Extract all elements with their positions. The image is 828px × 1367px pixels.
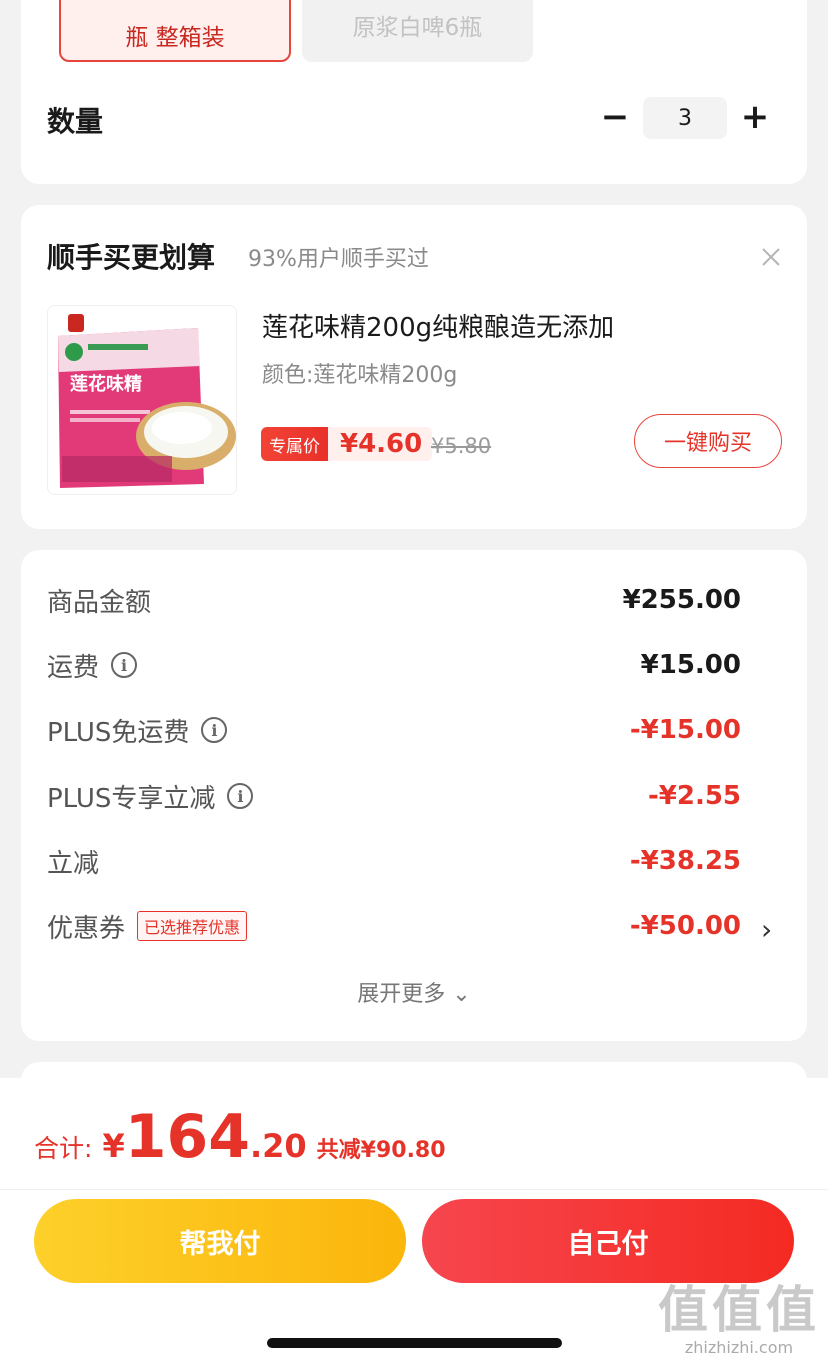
total-currency: ¥ <box>102 1127 125 1165</box>
close-icon[interactable] <box>759 245 783 269</box>
divider <box>0 1189 828 1190</box>
addon-title: 顺手买更划算 <box>47 241 216 274</box>
exclusive-price-tag: 专属价 ¥4.60 <box>261 427 433 461</box>
quantity-label: 数量 <box>47 105 104 138</box>
info-icon[interactable]: i <box>201 717 228 743</box>
product-image[interactable]: 莲花味精 <box>47 305 237 495</box>
product-name[interactable]: 莲花味精200g纯粮酿造无添加 <box>262 307 614 344</box>
spec-option-selected-label: 瓶 整箱装 <box>125 25 225 51</box>
row-label: 立减 <box>47 848 100 879</box>
help-pay-button[interactable]: 帮我付 <box>34 1199 406 1283</box>
spec-option-disabled: 原浆白啤6瓶 <box>302 0 533 62</box>
row-label: 优惠券 <box>47 913 126 944</box>
row-amount: -¥50.00 <box>629 911 741 941</box>
row-coupon[interactable]: 优惠券 已选推荐优惠 -¥50.00 <box>47 906 741 946</box>
watermark-logo: 值值值 <box>658 1281 820 1339</box>
total-label: 合计: <box>34 1134 93 1163</box>
row-goods-amount: 商品金额 ¥255.00 <box>47 580 741 620</box>
package-brand-text: 莲花味精 <box>70 373 142 394</box>
coupon-badge: 已选推荐优惠 <box>137 911 248 941</box>
info-icon[interactable]: i <box>111 652 138 678</box>
row-shipping: 运费 i ¥15.00 <box>47 645 741 685</box>
row-amount: -¥15.00 <box>629 715 741 745</box>
one-click-buy-button[interactable]: 一键购买 <box>634 414 782 468</box>
row-amount: ¥15.00 <box>640 650 741 680</box>
info-icon[interactable]: i <box>227 783 254 809</box>
spec-option-selected[interactable]: 瓶 整箱装 <box>59 0 291 62</box>
quantity-value[interactable]: 3 <box>643 97 727 139</box>
addon-subtitle: 93%用户顺手买过 <box>248 247 429 272</box>
row-instant-discount: 立减 -¥38.25 <box>47 841 741 881</box>
row-amount: -¥2.55 <box>647 781 741 811</box>
home-indicator <box>267 1338 562 1348</box>
quantity-increase-button[interactable]: + <box>737 97 773 137</box>
total-savings: 共减¥90.80 <box>316 1138 446 1163</box>
row-label: 商品金额 <box>47 587 152 618</box>
row-amount: ¥255.00 <box>622 585 741 615</box>
spec-quantity-card: 瓶 整箱装 原浆白啤6瓶 数量 − 3 + <box>21 0 807 184</box>
exclusive-price-label: 专属价 <box>261 427 328 461</box>
row-plus-free-shipping: PLUS免运费 i -¥15.00 <box>47 710 741 750</box>
addon-card: 顺手买更划算 93%用户顺手买过 莲花味精 莲花味精200g纯粮酿造无添加 颜色… <box>21 205 807 529</box>
watermark: 值值值 zhizhizhi.com <box>658 1270 820 1357</box>
original-price: ¥5.80 <box>431 434 492 458</box>
product-spec: 颜色:莲花味精200g <box>262 363 458 388</box>
row-plus-discount: PLUS专享立减 i -¥2.55 <box>47 776 741 816</box>
row-amount: -¥38.25 <box>629 846 741 876</box>
row-label: PLUS免运费 <box>47 717 190 748</box>
quantity-decrease-button[interactable]: − <box>597 97 633 137</box>
row-label: 运费 <box>47 652 100 683</box>
total-integer: 164 <box>124 1102 250 1172</box>
bottom-action-bar: 合计: ¥ 164 .20 共减¥90.80 帮我付 自己付 值值值 zhizh… <box>0 1078 828 1367</box>
expand-more-button[interactable]: 展开更多 ⌄ <box>21 976 807 1008</box>
exclusive-price-value: ¥4.60 <box>340 429 423 459</box>
total-decimal: .20 <box>249 1127 307 1165</box>
chevron-right-icon[interactable]: › <box>761 913 772 946</box>
price-breakdown-card: 商品金额 ¥255.00 运费 i ¥15.00 PLUS免运费 i -¥15.… <box>21 550 807 1041</box>
spec-option-disabled-label: 原浆白啤6瓶 <box>352 15 483 41</box>
row-label: PLUS专享立减 <box>47 783 216 814</box>
order-total: 合计: ¥ 164 .20 共减¥90.80 <box>34 1102 446 1172</box>
